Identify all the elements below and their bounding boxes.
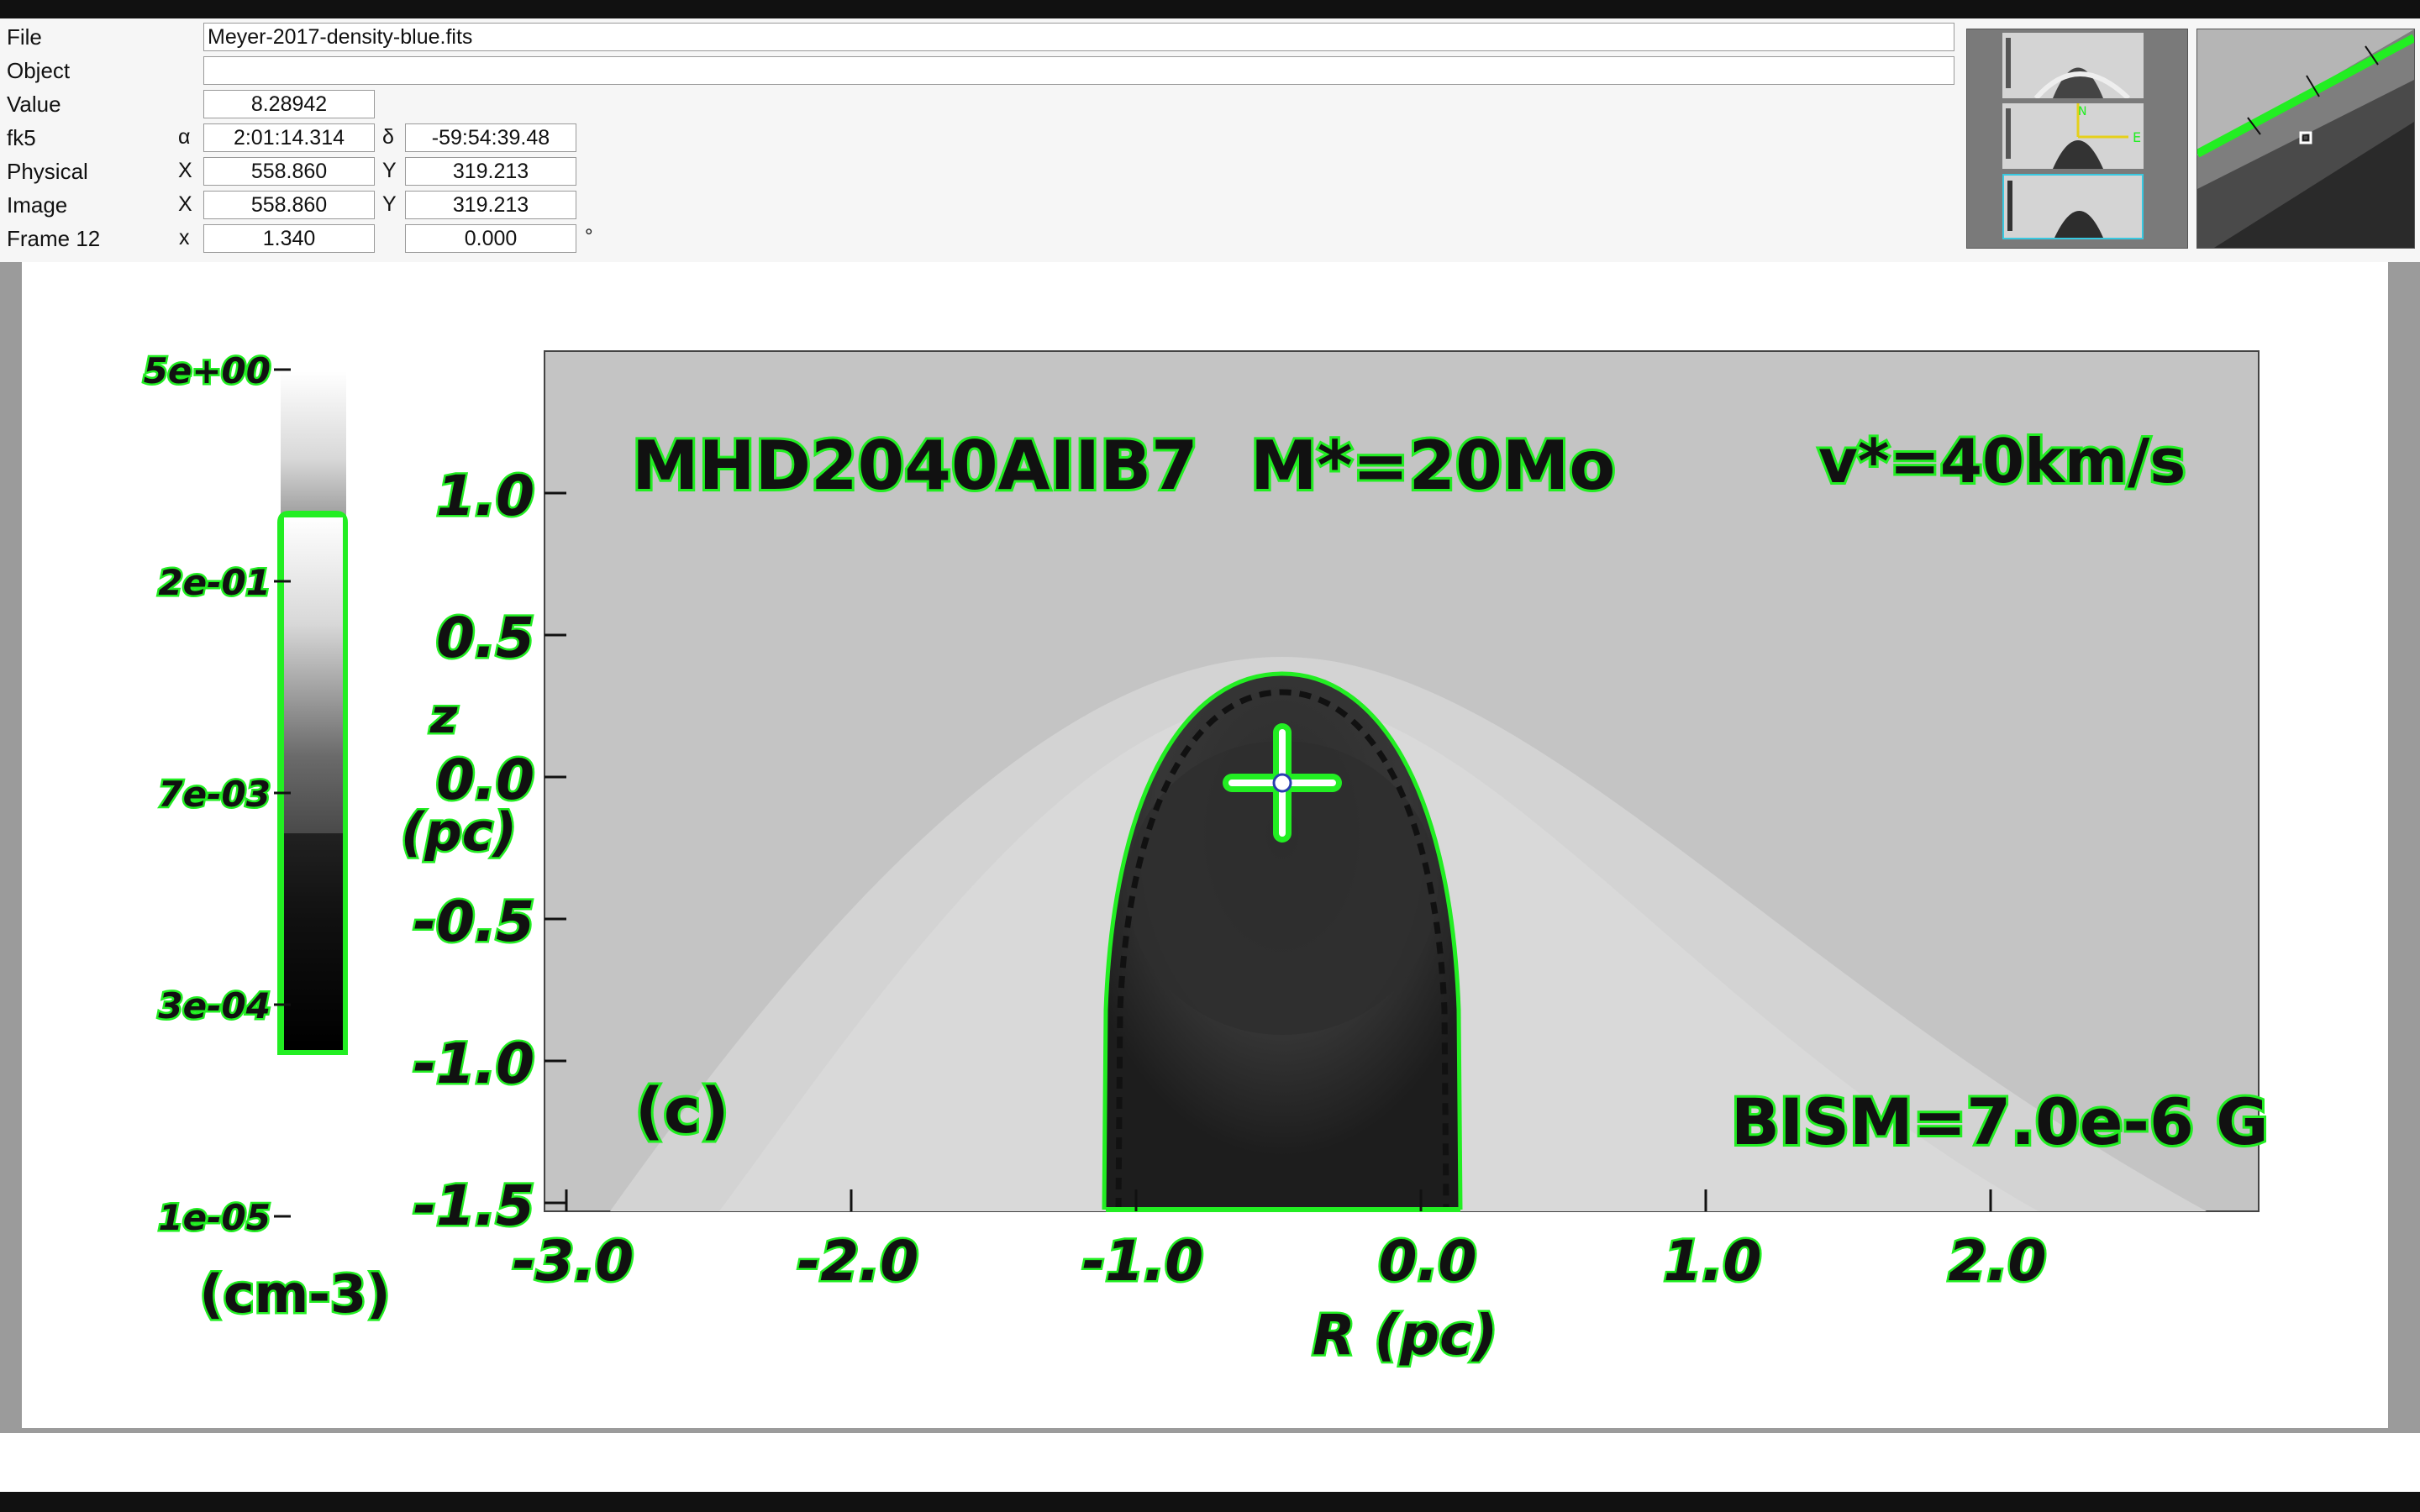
model-label: MHD2040AIIB7 bbox=[632, 427, 1198, 505]
thumbnail-3-image bbox=[2004, 176, 2142, 238]
value-label: Value bbox=[7, 92, 61, 117]
colorbar-dark-band bbox=[284, 833, 343, 1050]
field-strength-label: BISM=7.0e-6 G bbox=[1731, 1084, 2269, 1159]
image-viewer[interactable]: 5e+00 2e-01 7e-03 3e-04 1e-05 (cm-3) 1.0… bbox=[0, 262, 2420, 1433]
mass-label: M*=20Mo bbox=[1250, 427, 1615, 505]
image-y-field[interactable]: 319.213 bbox=[405, 191, 576, 219]
object-field[interactable] bbox=[203, 56, 1954, 85]
y-tick-label: -0.5 bbox=[413, 890, 534, 954]
frame-angle-field[interactable]: 0.000 bbox=[405, 224, 576, 253]
image-canvas[interactable]: 5e+00 2e-01 7e-03 3e-04 1e-05 (cm-3) 1.0… bbox=[22, 262, 2388, 1428]
y-tick-label: -1.0 bbox=[413, 1032, 534, 1096]
value-field[interactable]: 8.28942 bbox=[203, 90, 375, 118]
magnifier-image bbox=[2197, 29, 2414, 248]
degree-unit: ° bbox=[585, 225, 593, 248]
panel-label: (c) bbox=[635, 1075, 729, 1147]
svg-text:N: N bbox=[2078, 105, 2086, 118]
image-y-label: Y bbox=[382, 192, 397, 216]
x-tick-label: -3.0 bbox=[513, 1229, 634, 1294]
x-tick-label: -2.0 bbox=[797, 1229, 918, 1294]
colorbar-tick-label: 2e-01 bbox=[158, 562, 271, 603]
thumbnail-frame-current[interactable] bbox=[2002, 174, 2144, 239]
x-tick-label: 1.0 bbox=[1664, 1229, 1762, 1294]
file-field[interactable]: Meyer-2017-density-blue.fits bbox=[203, 23, 1954, 51]
x-tick-label: 2.0 bbox=[1949, 1229, 2047, 1294]
colorbar-ticks: 5e+00 2e-01 7e-03 3e-04 1e-05 bbox=[141, 349, 291, 1241]
y-tick-label: 1.0 bbox=[436, 464, 534, 528]
colorbar-tick-label: 7e-03 bbox=[158, 774, 271, 815]
frame-x-label: x bbox=[179, 226, 190, 249]
object-label: Object bbox=[7, 58, 71, 83]
image-x-field[interactable]: 558.860 bbox=[203, 191, 375, 219]
x-tick-label: -1.0 bbox=[1082, 1229, 1203, 1294]
window-top-bar bbox=[0, 0, 2420, 18]
physical-y-label: Y bbox=[382, 159, 397, 182]
y-axis-label-unit: (pc) bbox=[401, 801, 517, 863]
frame-label: Frame 12 bbox=[7, 226, 101, 251]
colorbar-tick-label: 5e+00 bbox=[144, 350, 271, 391]
file-label: File bbox=[7, 24, 42, 50]
y-tick-label: 0.5 bbox=[436, 606, 534, 670]
panner-thumbnails[interactable]: E N bbox=[1966, 29, 2188, 249]
x-axis-label: R (pc) bbox=[1313, 1303, 1498, 1368]
alpha-symbol: α bbox=[178, 125, 191, 149]
frame-zoom-field[interactable]: 1.340 bbox=[203, 224, 375, 253]
physical-x-field[interactable]: 558.860 bbox=[203, 157, 375, 186]
thumbnail-1-image bbox=[2002, 33, 2144, 101]
fk5-label: fk5 bbox=[7, 125, 36, 150]
window-bottom-bar bbox=[0, 1492, 2420, 1512]
thumbnail-frame-2[interactable]: E N bbox=[2002, 103, 2144, 169]
svg-text:E: E bbox=[2133, 129, 2141, 145]
image-label: Image bbox=[7, 192, 68, 218]
x-tick-label: 0.0 bbox=[1379, 1229, 1477, 1294]
thumbnail-frame-1[interactable] bbox=[2002, 33, 2144, 101]
y-axis-label-top: z bbox=[429, 690, 458, 744]
fk5-alpha-field[interactable]: 2:01:14.314 bbox=[203, 123, 375, 152]
image-x-label: X bbox=[178, 192, 192, 216]
colorbar-unit-label: (cm-3) bbox=[200, 1263, 391, 1325]
delta-symbol: δ bbox=[382, 125, 394, 149]
velocity-label: v*=40km/s bbox=[1818, 426, 2186, 496]
physical-label: Physical bbox=[7, 159, 88, 184]
thumbnail-2-image: E N bbox=[2002, 103, 2144, 169]
physical-x-label: X bbox=[178, 159, 192, 182]
magnifier-view bbox=[2196, 29, 2415, 249]
colorbar-tick-label: 3e-04 bbox=[158, 985, 271, 1026]
colorbar-tick-label: 1e-05 bbox=[158, 1197, 271, 1238]
density-figure[interactable]: 5e+00 2e-01 7e-03 3e-04 1e-05 (cm-3) 1.00.50… bbox=[22, 262, 2388, 1428]
fk5-delta-field[interactable]: -59:54:39.48 bbox=[405, 123, 576, 152]
physical-y-field[interactable]: 319.213 bbox=[405, 157, 576, 186]
